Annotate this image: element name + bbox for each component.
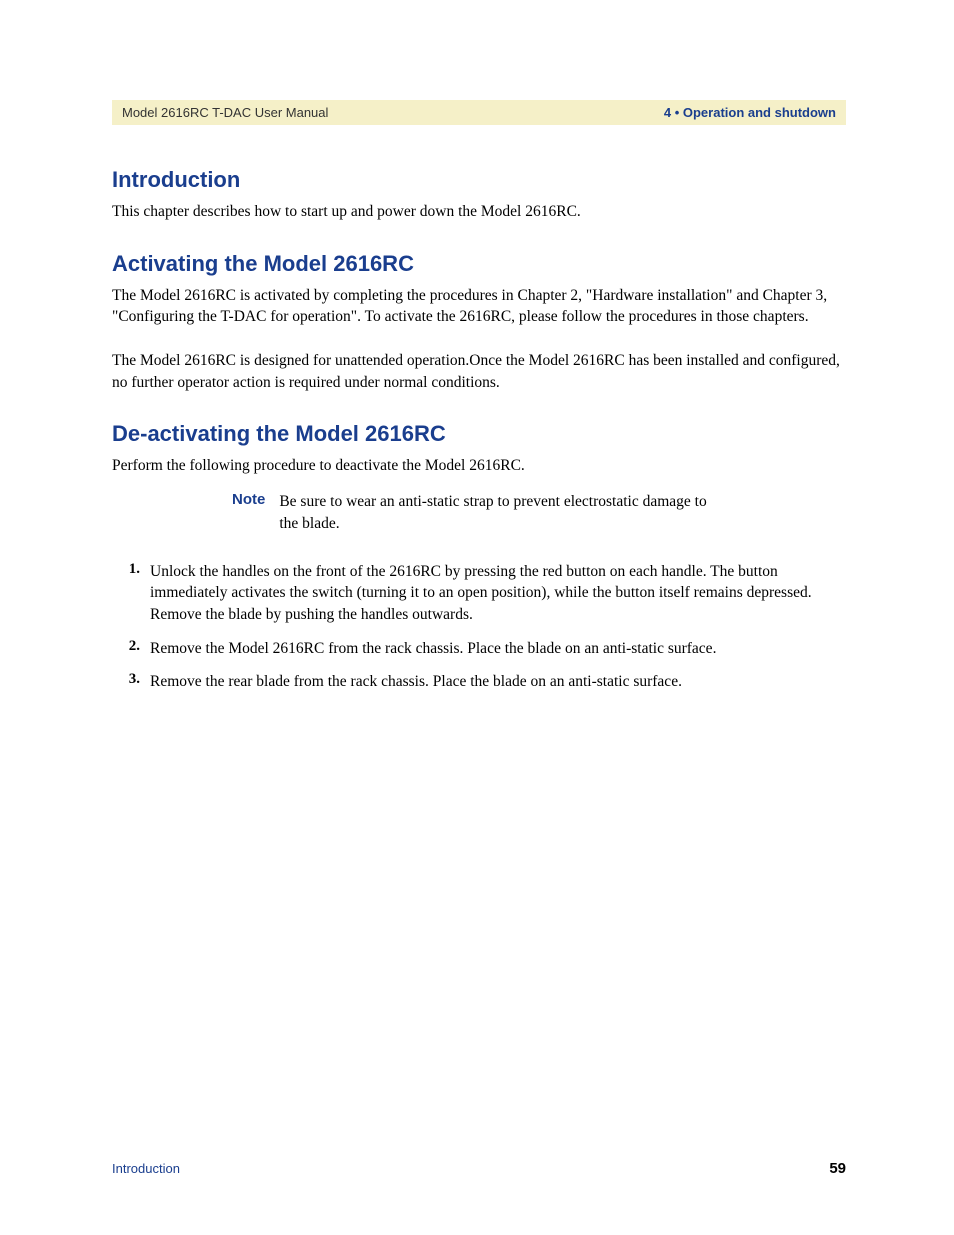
- step-text: Remove the rear blade from the rack chas…: [150, 671, 846, 693]
- footer-page-number: 59: [829, 1160, 846, 1177]
- note-label: Note: [232, 491, 265, 534]
- page-footer: Introduction 59: [112, 1160, 846, 1177]
- step-text: Remove the Model 2616RC from the rack ch…: [150, 638, 846, 660]
- step-number: 1.: [112, 561, 140, 626]
- header-bar: Model 2616RC T-DAC User Manual 4 • Opera…: [112, 100, 846, 125]
- activating-para-2: The Model 2616RC is designed for unatten…: [112, 350, 846, 393]
- step-number: 2.: [112, 638, 140, 660]
- footer-section-name: Introduction: [112, 1161, 180, 1176]
- page-content: Model 2616RC T-DAC User Manual 4 • Opera…: [0, 0, 954, 693]
- deactivating-heading: De-activating the Model 2616RC: [112, 421, 846, 447]
- header-manual-title: Model 2616RC T-DAC User Manual: [122, 105, 328, 120]
- activating-para-1: The Model 2616RC is activated by complet…: [112, 285, 846, 328]
- list-item: 3. Remove the rear blade from the rack c…: [112, 671, 846, 693]
- header-chapter-title: 4 • Operation and shutdown: [664, 105, 836, 120]
- activating-heading: Activating the Model 2616RC: [112, 251, 846, 277]
- note-text: Be sure to wear an anti-static strap to …: [279, 491, 719, 534]
- deactivating-intro: Perform the following procedure to deact…: [112, 455, 846, 477]
- step-text: Unlock the handles on the front of the 2…: [150, 561, 846, 626]
- note-block: Note Be sure to wear an anti-static stra…: [232, 491, 846, 534]
- introduction-heading: Introduction: [112, 167, 846, 193]
- introduction-body: This chapter describes how to start up a…: [112, 201, 846, 223]
- list-item: 1. Unlock the handles on the front of th…: [112, 561, 846, 626]
- deactivating-steps-list: 1. Unlock the handles on the front of th…: [112, 561, 846, 693]
- step-number: 3.: [112, 671, 140, 693]
- list-item: 2. Remove the Model 2616RC from the rack…: [112, 638, 846, 660]
